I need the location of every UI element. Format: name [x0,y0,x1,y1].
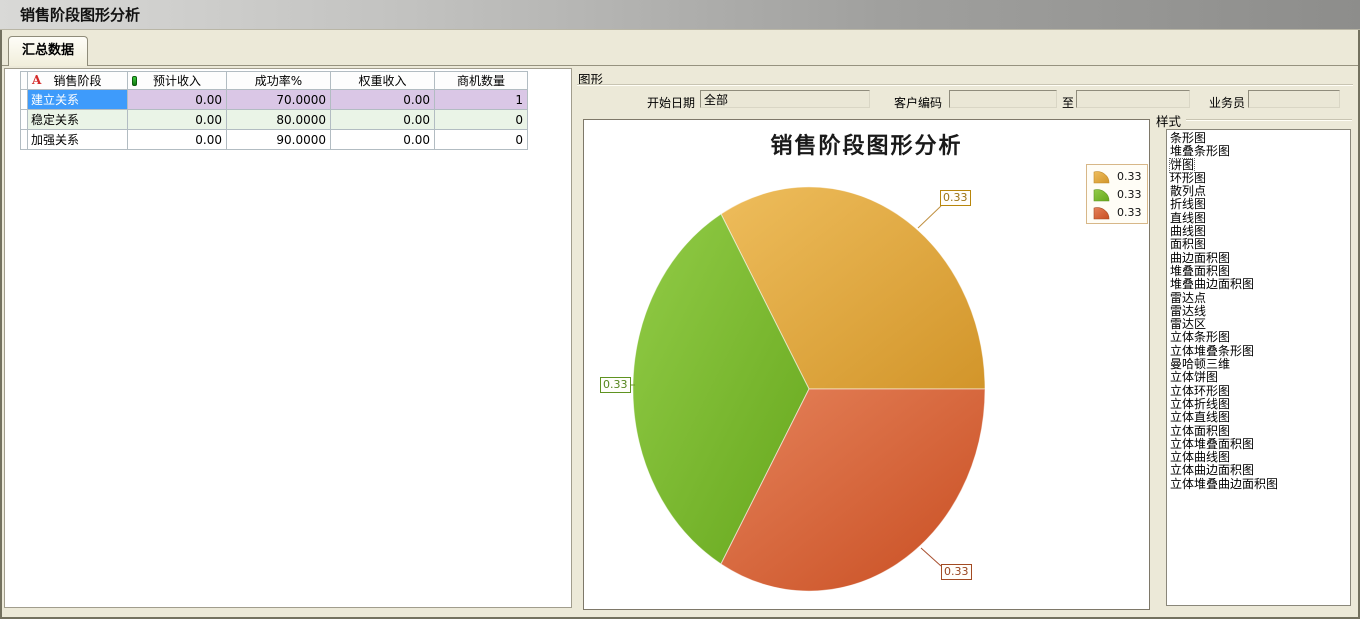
row-indicator [21,90,28,110]
app-window: 销售阶段图形分析 汇总数据 A销售阶段 预计收入 成功率% 权重收入 商机数量 … [0,0,1360,619]
style-item[interactable]: 堆叠条形图 [1170,145,1350,158]
customer-code-to-field[interactable] [1076,90,1190,108]
slice-label-red: 0.33 [941,564,972,580]
legend-item: 0.33 [1092,169,1143,184]
style-group-label: 样式 [1156,111,1181,130]
column-header-success-rate[interactable]: 成功率% [227,72,331,90]
cell-success[interactable]: 70.0000 [227,90,331,110]
sort-a-icon: A [32,73,41,87]
leader-line-orange [918,206,941,228]
style-item[interactable]: 雷达点 [1170,292,1350,305]
header-indicator-cell [21,72,28,90]
row-indicator [21,110,28,130]
cell-weighted[interactable]: 0.00 [331,130,435,150]
style-item[interactable]: 立体条形图 [1170,331,1350,344]
start-date-label: 开始日期 [641,94,695,111]
graph-group-rule [577,84,1353,85]
style-item[interactable]: 立体直线图 [1170,411,1350,424]
window-title: 销售阶段图形分析 [20,0,140,30]
cell-weighted[interactable]: 0.00 [331,90,435,110]
summary-panel: A销售阶段 预计收入 成功率% 权重收入 商机数量 建立关系 0.00 70.0… [4,68,572,608]
titlebar: 销售阶段图形分析 [0,0,1360,30]
leader-line-red [921,548,941,566]
legend-wedge-green-icon [1092,187,1112,202]
style-item[interactable]: 面积图 [1170,238,1350,251]
legend-item: 0.33 [1092,187,1143,202]
green-bar-icon [132,76,137,86]
style-item[interactable]: 堆叠曲边面积图 [1170,278,1350,291]
start-date-field[interactable] [700,90,870,108]
graph-group-label: 图形 [578,69,603,88]
style-item[interactable]: 堆叠面积图 [1170,265,1350,278]
salesman-label: 业务员 [1203,94,1245,111]
table-row[interactable]: 稳定关系 0.00 80.0000 0.00 0 [21,110,528,130]
column-header-stage[interactable]: A销售阶段 [28,72,128,90]
style-group-rule [1186,119,1352,120]
table-row[interactable]: 建立关系 0.00 70.0000 0.00 1 [21,90,528,110]
cell-stage[interactable]: 稳定关系 [28,110,128,130]
chart-legend: 0.33 0.33 0.33 [1086,164,1148,224]
customer-code-from-field[interactable] [949,90,1057,108]
style-item-pie[interactable]: 饼图 [1170,159,1194,172]
style-item[interactable]: 曲线图 [1170,225,1350,238]
cell-expected[interactable]: 0.00 [128,110,227,130]
style-item[interactable]: 立体曲边面积图 [1170,464,1350,477]
cell-expected[interactable]: 0.00 [128,130,227,150]
legend-item: 0.33 [1092,205,1143,220]
to-label: 至 [1060,94,1074,111]
style-item[interactable]: 折线图 [1170,198,1350,211]
style-item[interactable]: 立体面积图 [1170,425,1350,438]
slice-label-green: 0.33 [600,377,631,393]
cell-count[interactable]: 0 [435,130,528,150]
tabstrip-divider [2,65,1358,66]
style-item[interactable]: 雷达线 [1170,305,1350,318]
cell-count[interactable]: 0 [435,110,528,130]
cell-expected[interactable]: 0.00 [128,90,227,110]
cell-count[interactable]: 1 [435,90,528,110]
tab-summary-data[interactable]: 汇总数据 [8,36,88,66]
pie-chart [584,120,1149,609]
style-item[interactable]: 立体饼图 [1170,371,1350,384]
legend-wedge-red-icon [1092,205,1112,220]
summary-table: A销售阶段 预计收入 成功率% 权重收入 商机数量 建立关系 0.00 70.0… [20,71,528,150]
cell-stage[interactable]: 加强关系 [28,130,128,150]
cell-success[interactable]: 80.0000 [227,110,331,130]
column-header-opportunity-count[interactable]: 商机数量 [435,72,528,90]
style-item[interactable]: 直线图 [1170,212,1350,225]
legend-wedge-orange-icon [1092,169,1112,184]
style-item[interactable]: 立体堆叠曲边面积图 [1170,478,1350,491]
salesman-field[interactable] [1248,90,1340,108]
slice-label-orange: 0.33 [940,190,971,206]
column-header-weighted-income[interactable]: 权重收入 [331,72,435,90]
table-header-row: A销售阶段 预计收入 成功率% 权重收入 商机数量 [21,72,528,90]
chart-canvas: 销售阶段图形分析 0.33 0.33 0.33 [583,119,1150,610]
column-header-expected-income[interactable]: 预计收入 [128,72,227,90]
window-border-left [0,30,2,619]
style-item[interactable]: 条形图 [1170,132,1350,145]
cell-stage-selected[interactable]: 建立关系 [28,90,128,110]
cell-success[interactable]: 90.0000 [227,130,331,150]
row-indicator [21,130,28,150]
style-item[interactable]: 立体环形图 [1170,385,1350,398]
chart-style-listbox[interactable]: 条形图 堆叠条形图 饼图 环形图 散列点 折线图 直线图 曲线图 面积图 曲边面… [1166,129,1351,606]
table-row[interactable]: 加强关系 0.00 90.0000 0.00 0 [21,130,528,150]
style-item[interactable]: 立体堆叠条形图 [1170,345,1350,358]
style-item[interactable]: 曲边面积图 [1170,252,1350,265]
customer-code-label: 客户编码 [884,94,942,111]
cell-weighted[interactable]: 0.00 [331,110,435,130]
